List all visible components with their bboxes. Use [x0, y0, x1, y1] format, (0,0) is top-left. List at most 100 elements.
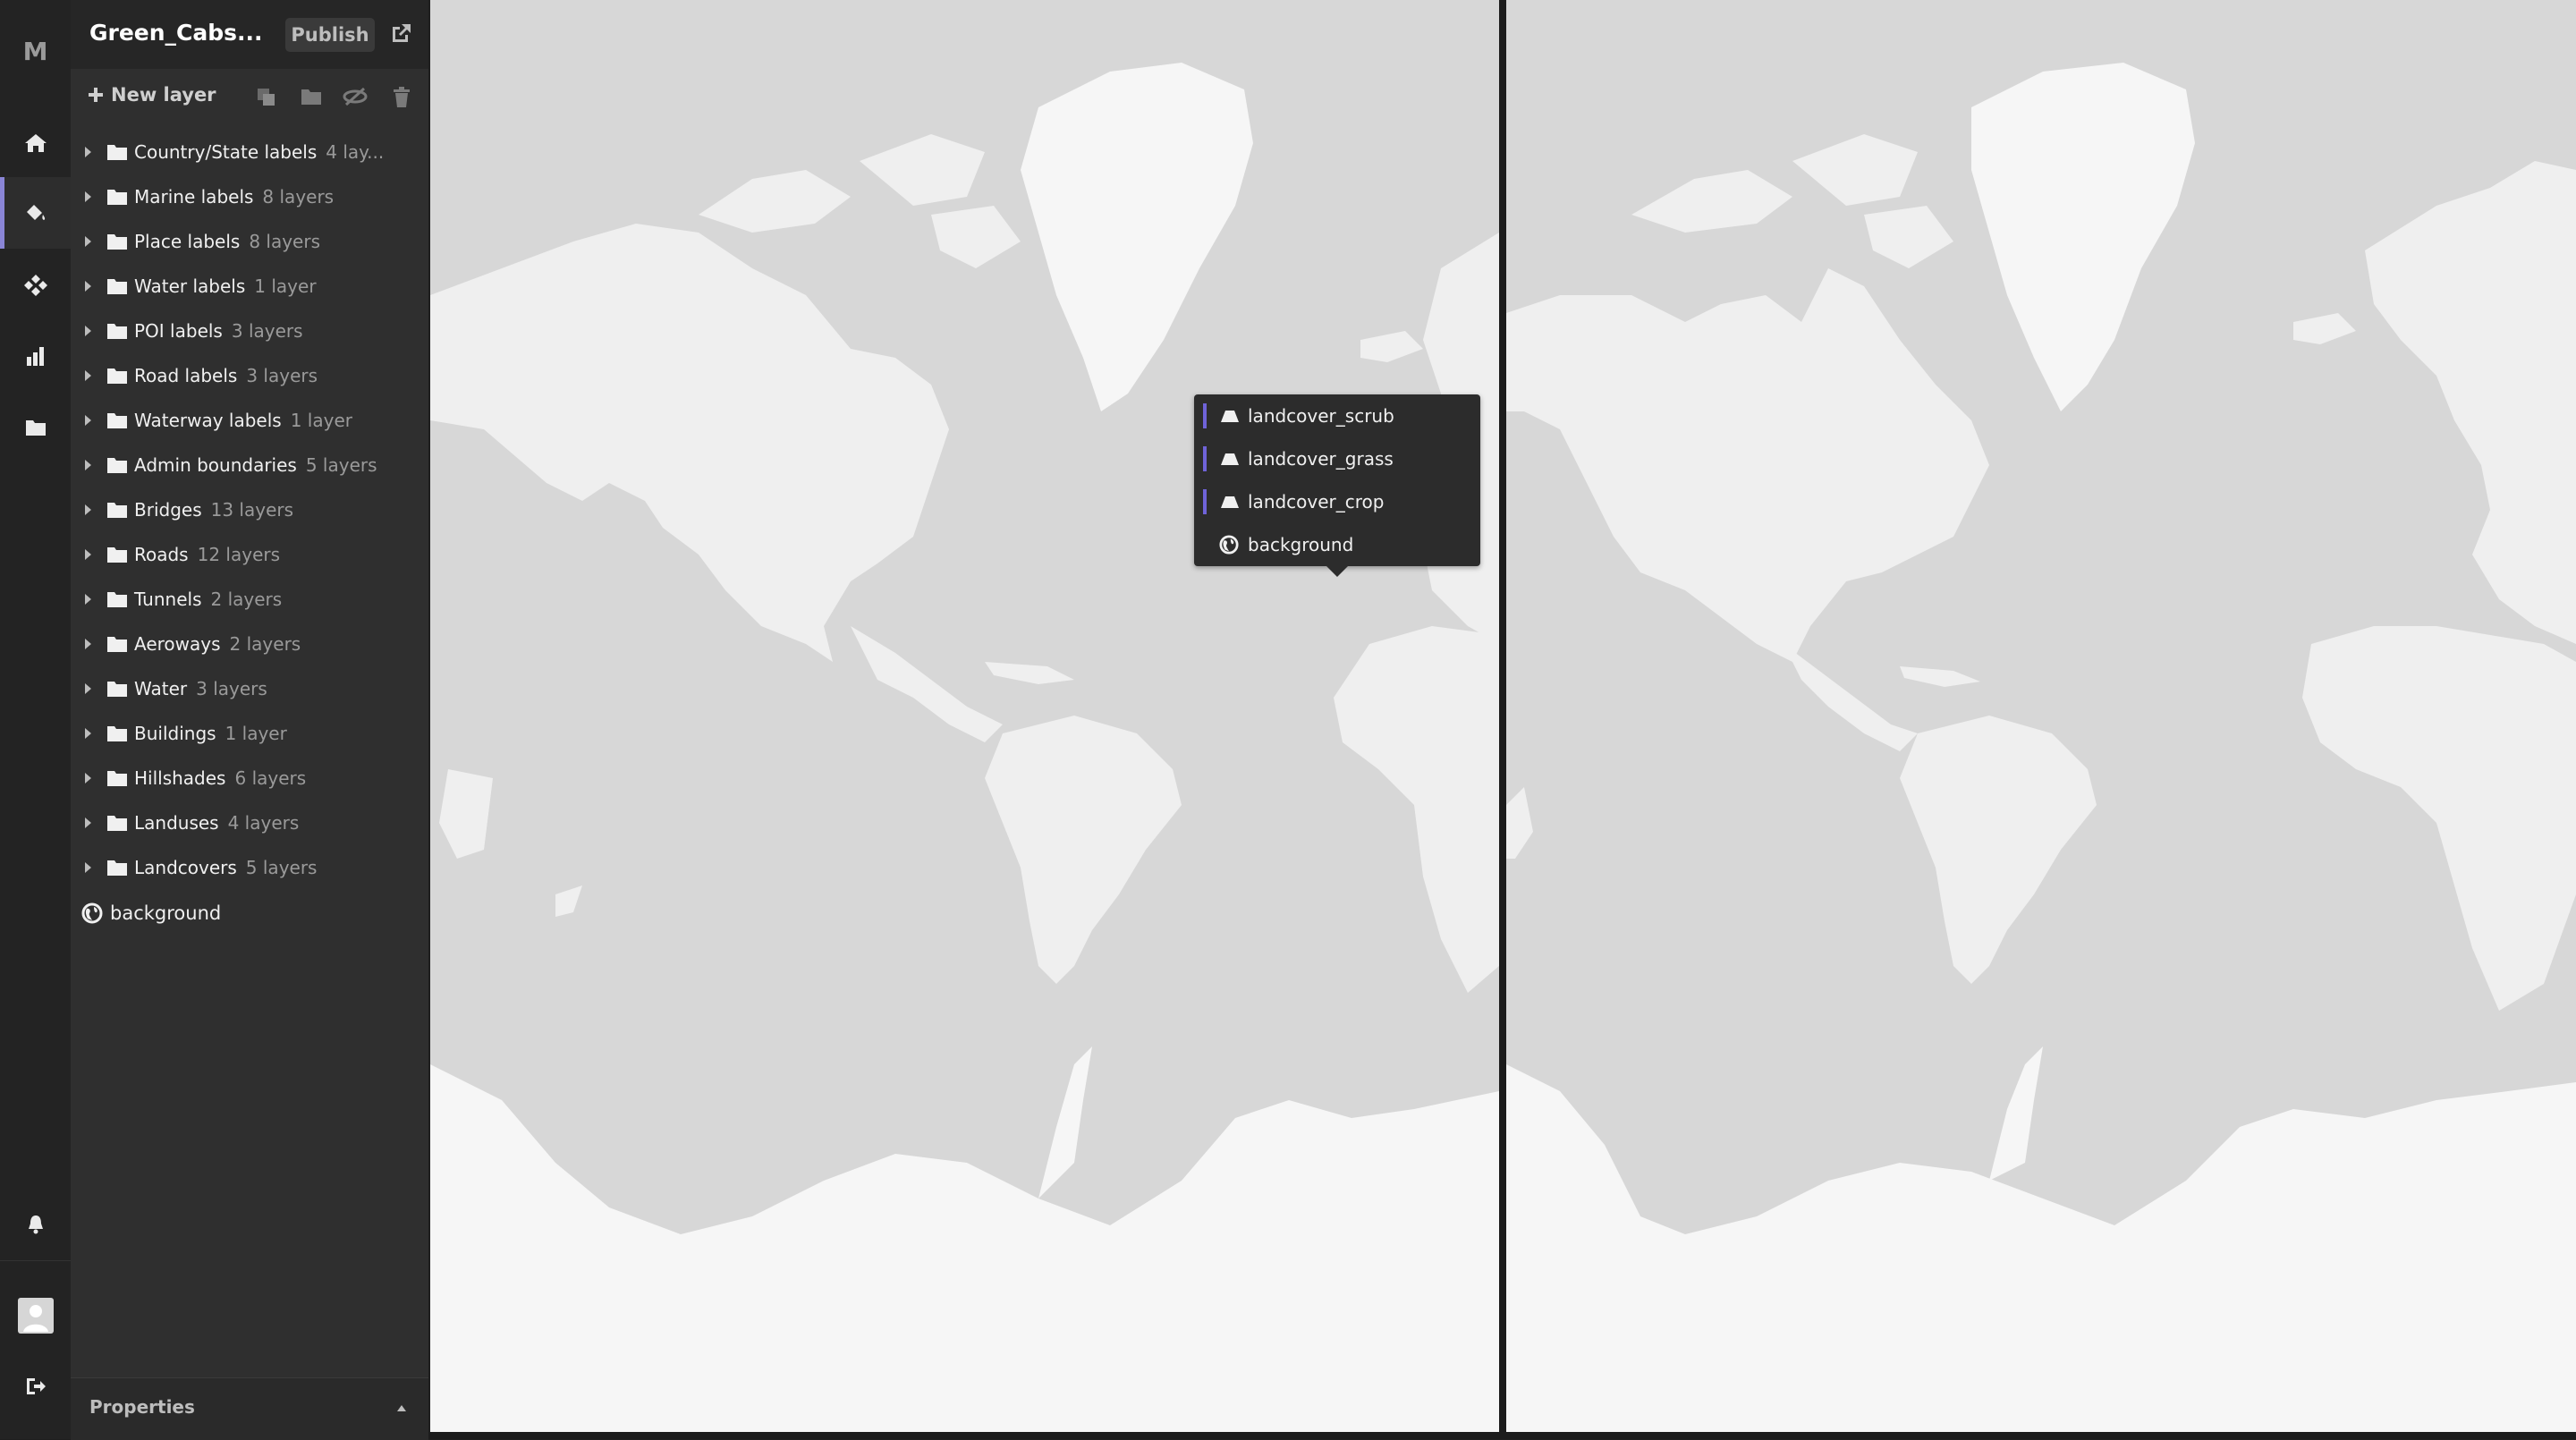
background-layer-row[interactable]: background — [71, 891, 428, 936]
layer-group-row[interactable]: Country/State labels 4 lay... — [71, 130, 428, 174]
properties-bar[interactable]: Properties — [71, 1377, 428, 1440]
layer-group-name: Hillshades — [134, 767, 226, 789]
layer-group-count: 6 layers — [234, 767, 307, 789]
popup-layer-item[interactable]: landcover_crop — [1194, 480, 1480, 523]
popup-layer-label: landcover_crop — [1248, 491, 1385, 512]
rail-files-button[interactable] — [0, 392, 71, 463]
layer-group-row[interactable]: Water 3 layers — [71, 666, 428, 711]
visibility-off-icon[interactable] — [343, 87, 368, 106]
split-divider[interactable] — [1499, 0, 1506, 1432]
rail-stats-button[interactable] — [0, 320, 71, 392]
caret-right-icon[interactable] — [85, 549, 91, 560]
folder-icon — [107, 324, 127, 339]
duplicate-icon[interactable] — [256, 87, 277, 106]
layer-group-name: Marine labels — [134, 186, 254, 208]
external-link-icon[interactable] — [389, 21, 412, 45]
map-title[interactable]: Green_Cabs... — [89, 20, 263, 46]
layer-group-row[interactable]: Bridges 13 layers — [71, 487, 428, 532]
layer-group-count: 12 layers — [197, 544, 281, 565]
panel-header: Green_Cabs... Publish — [71, 0, 428, 69]
background-globe-icon — [1219, 535, 1239, 555]
caret-right-icon[interactable] — [85, 683, 91, 694]
rail-style-button[interactable] — [0, 177, 71, 249]
map-view-left[interactable]: landcover_scrub landcover_grass landcover_… — [430, 0, 1499, 1432]
folder-icon — [107, 547, 127, 563]
rail-account-button[interactable] — [0, 1280, 71, 1351]
layer-group-row[interactable]: Landuses 4 layers — [71, 800, 428, 845]
layer-group-count: 4 lay... — [326, 141, 385, 163]
caret-right-icon[interactable] — [85, 862, 91, 873]
layer-group-count: 2 layers — [229, 633, 301, 655]
caret-right-icon[interactable] — [85, 594, 91, 605]
layer-group-row[interactable]: Tunnels 2 layers — [71, 577, 428, 622]
caret-right-icon[interactable] — [85, 370, 91, 381]
popup-layer-item[interactable]: landcover_scrub — [1194, 394, 1480, 437]
layer-group-name: Water — [134, 678, 188, 699]
popup-layer-item[interactable]: landcover_grass — [1194, 437, 1480, 480]
caret-right-icon[interactable] — [85, 773, 91, 784]
layer-group-row[interactable]: POI labels 3 layers — [71, 309, 428, 353]
trash-icon[interactable] — [392, 87, 411, 108]
layer-group-row[interactable]: Landcovers 5 layers — [71, 845, 428, 890]
caret-right-icon[interactable] — [85, 415, 91, 426]
layer-group-label: Landuses 4 layers — [134, 812, 299, 834]
caret-right-icon[interactable] — [85, 191, 91, 202]
caret-right-icon[interactable] — [85, 281, 91, 292]
layer-group-name: Roads — [134, 544, 189, 565]
publish-button[interactable]: Publish — [285, 18, 375, 52]
layer-group-row[interactable]: Buildings 1 layer — [71, 711, 428, 756]
layer-group-row[interactable]: Water labels 1 layer — [71, 264, 428, 309]
caret-right-icon[interactable] — [85, 236, 91, 247]
folder-icon — [107, 771, 127, 786]
layer-group-row[interactable]: Waterway labels 1 layer — [71, 398, 428, 443]
map-view-right[interactable]: waterbackground — [1506, 0, 2576, 1432]
layer-group-count: 4 layers — [227, 812, 300, 834]
layer-group-row[interactable]: Place labels 8 layers — [71, 219, 428, 264]
rail-home-button[interactable] — [0, 107, 71, 179]
caret-right-icon[interactable] — [85, 817, 91, 828]
caret-right-icon[interactable] — [85, 460, 91, 470]
layer-group-label: Aeroways 2 layers — [134, 633, 301, 655]
popup-layer-label: landcover_scrub — [1248, 405, 1394, 427]
folder-icon — [107, 458, 127, 473]
rail-notifications-button[interactable] — [0, 1189, 71, 1260]
rail-separator — [0, 1260, 71, 1261]
folder-icon — [107, 190, 127, 205]
layer-group-name: Country/State labels — [134, 141, 318, 163]
caret-right-icon[interactable] — [85, 728, 91, 739]
layer-group-row[interactable]: Aeroways 2 layers — [71, 622, 428, 666]
caret-right-icon[interactable] — [85, 147, 91, 157]
new-layer-button[interactable]: New layer — [88, 84, 216, 106]
caret-right-icon[interactable] — [85, 326, 91, 336]
layer-group-label: Admin boundaries 5 layers — [134, 454, 377, 476]
popup-layer-item[interactable]: background — [1194, 523, 1480, 566]
layer-panel: Green_Cabs... Publish New layer Country/… — [71, 0, 428, 1440]
layer-group-row[interactable]: Marine labels 8 layers — [71, 174, 428, 219]
logo[interactable]: M — [0, 15, 71, 87]
fill-layer-icon — [1221, 453, 1239, 465]
layer-group-count: 3 layers — [246, 365, 318, 386]
layer-group-label: Tunnels 2 layers — [134, 589, 282, 610]
caret-right-icon[interactable] — [85, 639, 91, 649]
layer-group-count: 3 layers — [196, 678, 267, 699]
folder-add-icon[interactable] — [301, 87, 322, 106]
rail-components-button[interactable] — [0, 249, 71, 320]
layer-group-count: 13 layers — [210, 499, 294, 521]
home-icon — [24, 134, 47, 152]
rail-signout-button[interactable] — [0, 1351, 71, 1422]
folder-icon — [107, 726, 127, 741]
caret-right-icon[interactable] — [85, 504, 91, 515]
layer-group-label: Place labels 8 layers — [134, 231, 320, 252]
layer-group-name: Buildings — [134, 723, 216, 744]
bottom-strip — [428, 1432, 2576, 1439]
caret-up-icon — [397, 1405, 406, 1411]
components-icon — [23, 275, 47, 296]
layer-group-row[interactable]: Admin boundaries 5 layers — [71, 443, 428, 487]
background-layer-label: background — [110, 902, 222, 924]
layer-toolbar: New layer — [71, 69, 428, 124]
layer-group-count: 1 layer — [225, 723, 287, 744]
layer-group-count: 5 layers — [305, 454, 377, 476]
layer-group-row[interactable]: Road labels 3 layers — [71, 353, 428, 398]
layer-group-row[interactable]: Roads 12 layers — [71, 532, 428, 577]
layer-group-row[interactable]: Hillshades 6 layers — [71, 756, 428, 800]
